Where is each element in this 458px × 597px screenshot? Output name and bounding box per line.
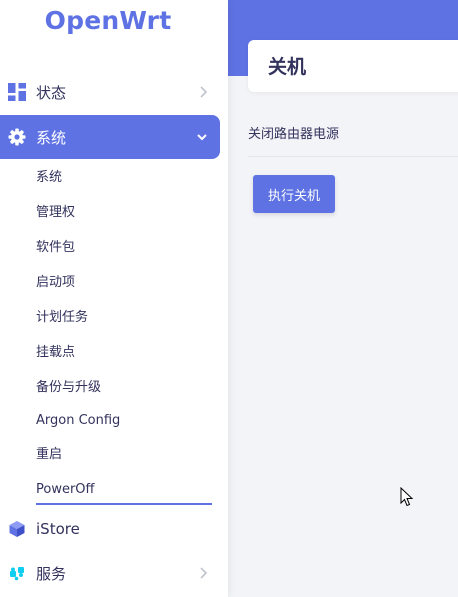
submenu-item-mount-points[interactable]: 挂载点 <box>36 338 212 368</box>
divider <box>248 156 458 157</box>
submenu-item-reboot[interactable]: 重启 <box>36 440 212 470</box>
page-title-card: 关机 <box>248 40 458 92</box>
submenu-item-argon-config[interactable]: Argon Config <box>36 406 212 436</box>
sidebar-item-istore[interactable]: iStore <box>0 507 220 551</box>
gear-icon <box>8 128 26 146</box>
dashboard-icon <box>8 83 26 101</box>
chevron-down-icon <box>197 134 207 141</box>
poweroff-button[interactable]: 执行关机 <box>253 175 335 213</box>
sidebar-item-services[interactable]: 服务 <box>0 551 220 595</box>
logo[interactable]: OpenWrt <box>0 6 216 35</box>
mouse-cursor-icon <box>400 487 414 507</box>
puzzle-icon <box>10 567 24 581</box>
submenu-item-administration[interactable]: 管理权 <box>36 198 212 228</box>
page-title: 关机 <box>268 56 307 78</box>
submenu-item-scheduled-tasks[interactable]: 计划任务 <box>36 303 212 333</box>
sidebar-item-status[interactable]: 状态 <box>0 70 220 114</box>
page-description: 关闭路由器电源 <box>248 127 340 142</box>
chevron-right-icon <box>200 86 208 98</box>
submenu-item-system[interactable]: 系统 <box>36 163 212 193</box>
submenu-item-startup[interactable]: 启动项 <box>36 268 212 298</box>
sidebar-item-label: 系统 <box>36 128 67 147</box>
sidebar-item-label: 服务 <box>36 564 67 583</box>
sidebar-item-label: 状态 <box>36 83 67 102</box>
sidebar: OpenWrt 状态 系统 系统 管理权 软件包 启动项 计划任务 挂载点 备份… <box>0 0 228 597</box>
sidebar-item-system[interactable]: 系统 <box>0 115 220 159</box>
cube-icon <box>9 521 25 537</box>
chevron-right-icon <box>200 567 208 579</box>
sidebar-item-label: iStore <box>36 520 80 538</box>
submenu-item-software[interactable]: 软件包 <box>36 233 212 263</box>
submenu-item-poweroff[interactable]: PowerOff <box>36 475 212 505</box>
submenu-item-backup-upgrade[interactable]: 备份与升级 <box>36 373 212 403</box>
